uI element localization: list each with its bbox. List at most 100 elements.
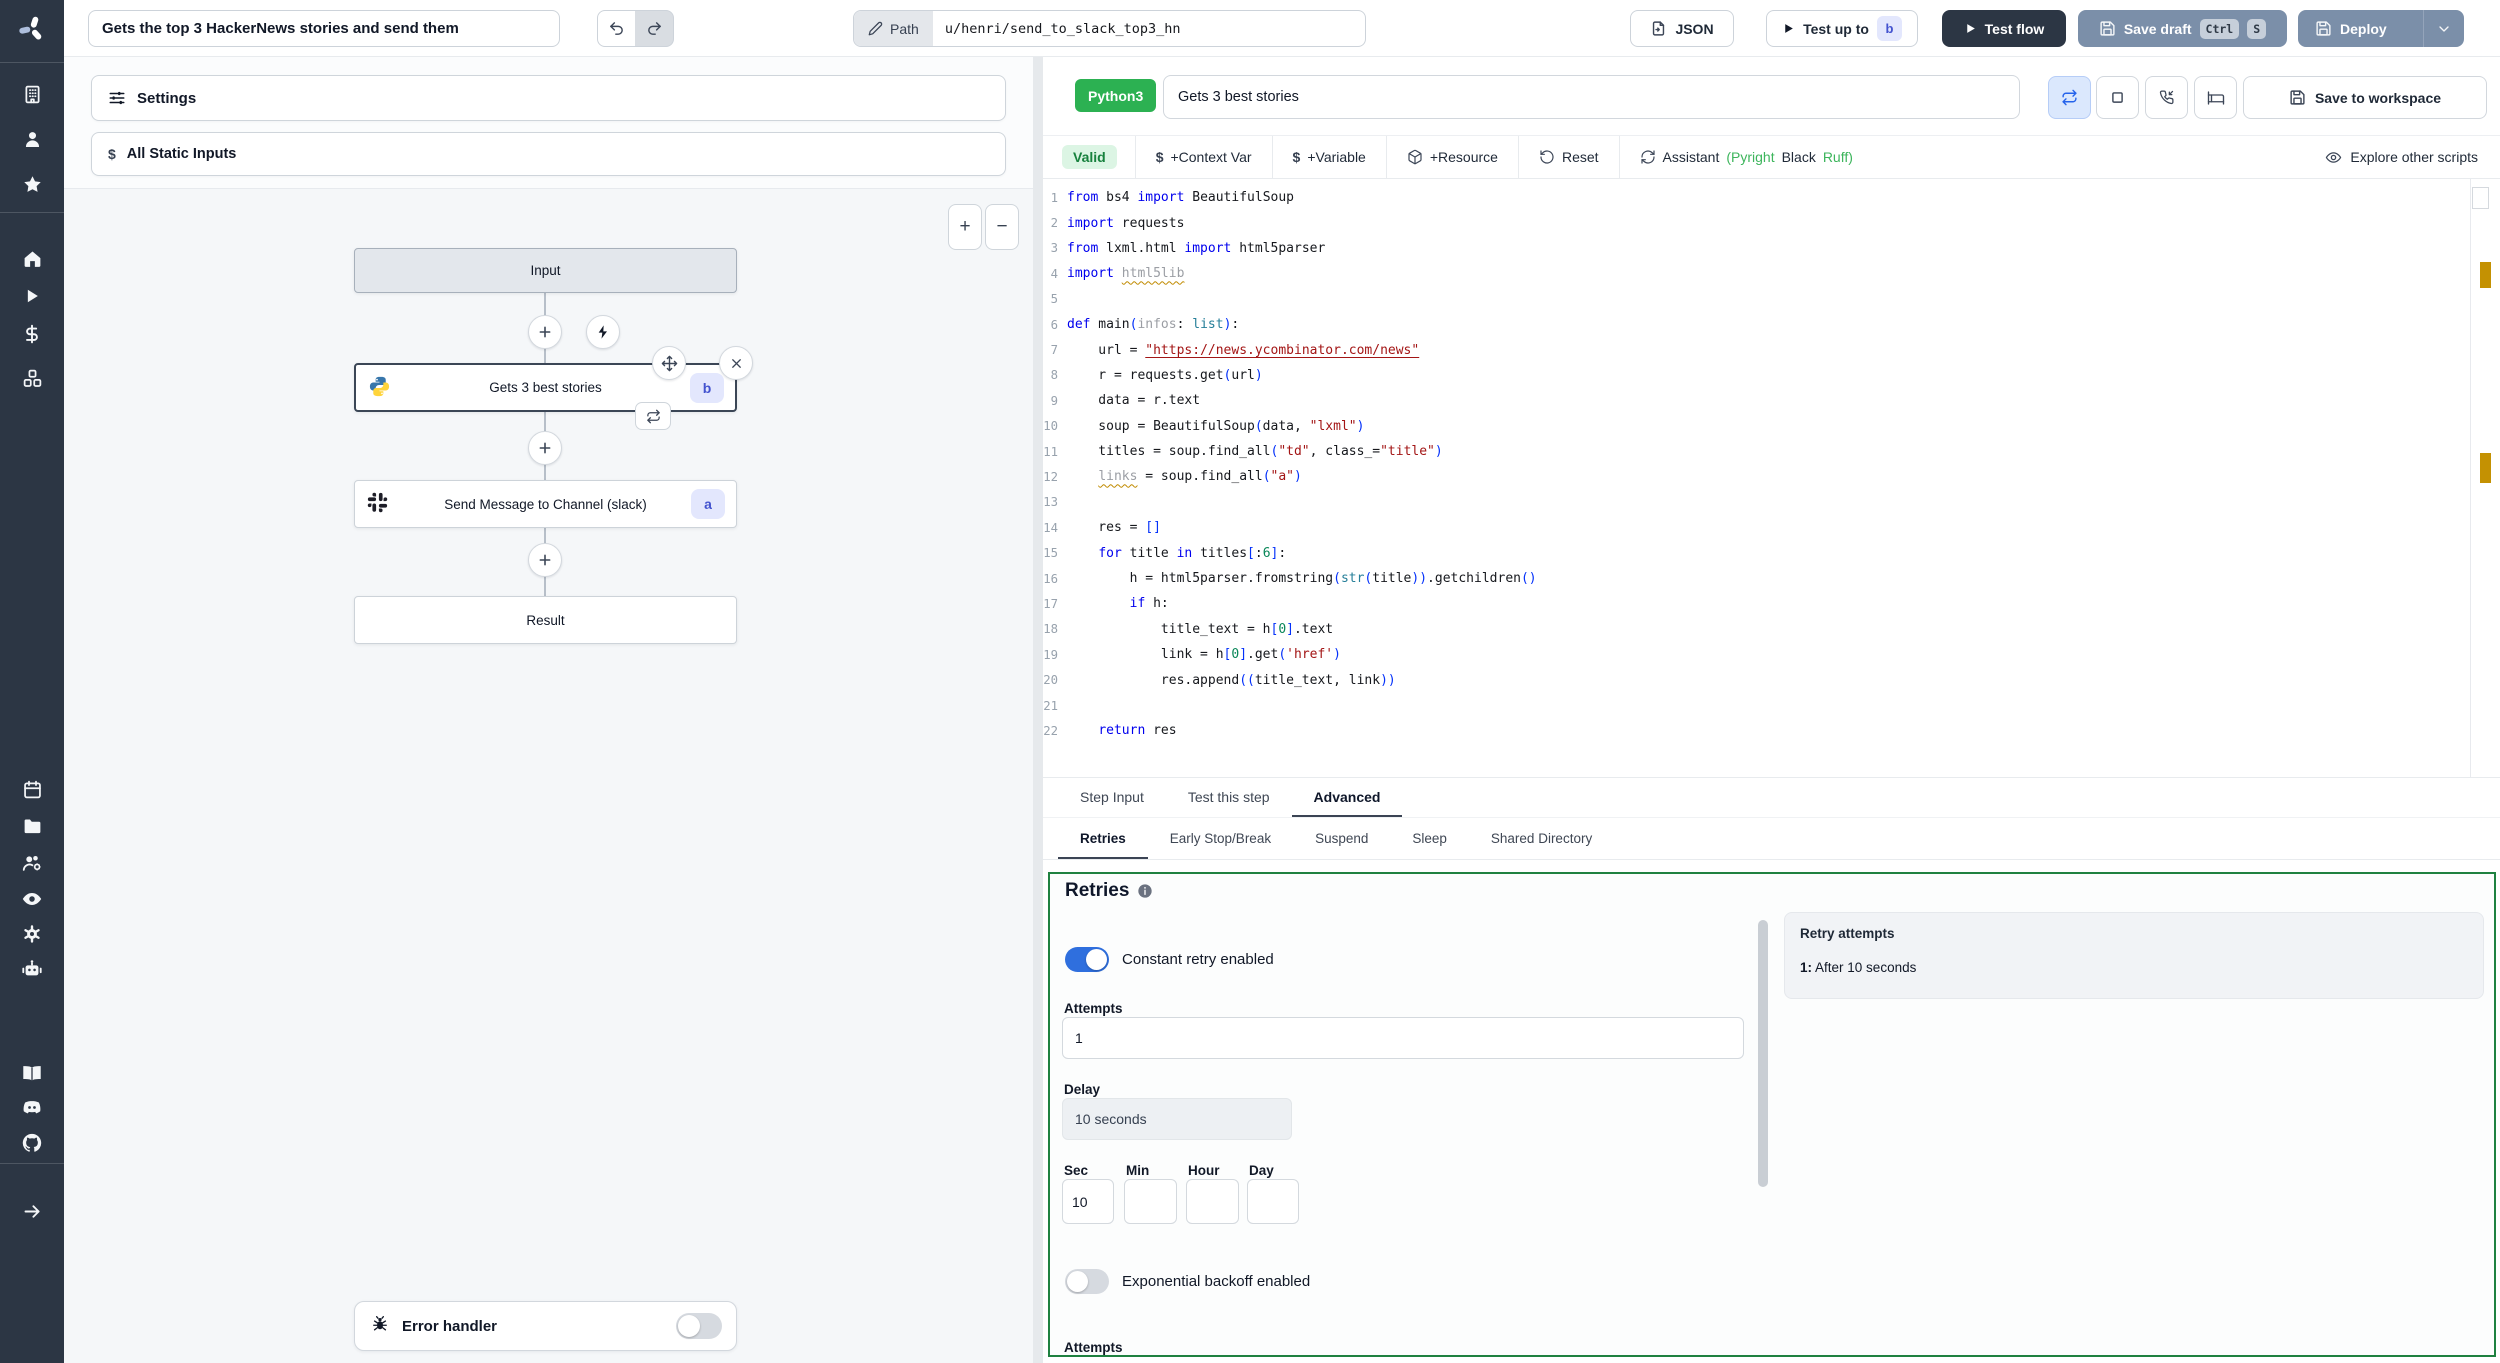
sidebar-item-github[interactable] — [0, 1130, 64, 1156]
sidebar-item-workspace[interactable] — [0, 81, 64, 107]
test-flow-button[interactable]: Test flow — [1942, 10, 2066, 47]
flow-node-send-message[interactable]: Send Message to Channel (slack) a — [354, 480, 737, 528]
run-loop-button[interactable] — [2048, 76, 2091, 119]
code-line[interactable]: 7 url = "https://news.ycombinator.com/ne… — [1043, 337, 2500, 362]
assistant-button[interactable]: Assistant (Pyright Black Ruff) — [1620, 149, 1873, 165]
code-line[interactable]: 2 import requests — [1043, 210, 2500, 235]
retries-scrollbar[interactable] — [1758, 920, 1768, 1187]
code-line[interactable]: 13 — [1043, 490, 2500, 515]
tab-early-stop[interactable]: Early Stop/Break — [1148, 819, 1293, 859]
constant-retry-toggle[interactable] — [1065, 947, 1109, 972]
tab-advanced[interactable]: Advanced — [1291, 778, 1403, 817]
deploy-dropdown-button[interactable] — [2423, 10, 2463, 47]
suspend-call-button[interactable] — [2145, 76, 2188, 119]
panel-splitter[interactable] — [1033, 57, 1043, 1363]
code-line[interactable]: 5 — [1043, 287, 2500, 312]
code-line[interactable]: 12 links = soup.find_all("a") — [1043, 464, 2500, 489]
flow-title-input[interactable] — [88, 10, 560, 47]
save-draft-button[interactable]: Save draft Ctrl S — [2078, 10, 2287, 47]
sidebar-item-resources[interactable] — [0, 365, 64, 391]
sidebar-item-user[interactable] — [0, 126, 64, 152]
code-line[interactable]: 9 data = r.text — [1043, 388, 2500, 413]
reset-button[interactable]: Reset — [1519, 149, 1619, 165]
code-line[interactable]: 21 — [1043, 693, 2500, 718]
add-step-button[interactable] — [528, 543, 562, 577]
add-step-button[interactable] — [528, 431, 562, 465]
code-line[interactable]: 18 title_text = h[0].text — [1043, 617, 2500, 642]
flow-graph-canvas[interactable]: + − Input Gets 3 best stories b Send Mes… — [64, 189, 1033, 1363]
tab-suspend[interactable]: Suspend — [1293, 819, 1390, 859]
error-handler-toggle[interactable] — [676, 1313, 722, 1339]
deploy-button[interactable]: Deploy — [2298, 10, 2464, 47]
sidebar-item-favorites[interactable] — [0, 171, 64, 197]
tab-sleep[interactable]: Sleep — [1390, 819, 1469, 859]
flow-settings-button[interactable]: Settings — [91, 75, 1006, 121]
add-step-button[interactable] — [528, 315, 562, 349]
flow-node-input[interactable]: Input — [354, 248, 737, 293]
sidebar-item-schedules[interactable] — [0, 776, 64, 802]
code-line[interactable]: 1 from bs4 import BeautifulSoup — [1043, 185, 2500, 210]
delay-input[interactable] — [1062, 1098, 1292, 1140]
sidebar-item-audit[interactable] — [0, 886, 64, 912]
min-input[interactable] — [1124, 1179, 1177, 1224]
stop-button[interactable] — [2096, 76, 2139, 119]
exponential-backoff-toggle[interactable] — [1065, 1269, 1109, 1294]
code-line[interactable]: 8 r = requests.get(url) — [1043, 363, 2500, 388]
add-variable-button[interactable]: $ +Variable — [1273, 149, 1386, 165]
code-line[interactable]: 20 res.append((title_text, link)) — [1043, 667, 2500, 692]
editor-scrollbar[interactable] — [2472, 187, 2489, 209]
json-button[interactable]: JSON — [1630, 10, 1734, 47]
test-up-to-button[interactable]: Test up to b — [1766, 10, 1918, 47]
code-line[interactable]: 17 if h: — [1043, 591, 2500, 616]
sidebar-item-folders[interactable] — [0, 813, 64, 839]
sidebar-item-home[interactable] — [0, 245, 64, 271]
add-context-var-button[interactable]: $ +Context Var — [1136, 149, 1272, 165]
flow-node-result[interactable]: Result — [354, 596, 737, 644]
restart-from-step-button[interactable] — [635, 402, 671, 430]
code-line[interactable]: 16 h = html5parser.fromstring(str(title)… — [1043, 566, 2500, 591]
sidebar-collapse[interactable] — [0, 1198, 64, 1224]
delete-step-button[interactable] — [719, 346, 753, 380]
hour-input[interactable] — [1186, 1179, 1239, 1224]
code-line[interactable]: 22 return res — [1043, 718, 2500, 743]
step-title-input[interactable] — [1163, 75, 2020, 119]
add-resource-button[interactable]: +Resource — [1387, 149, 1518, 165]
path-field[interactable]: Path u/henri/send_to_slack_top3_hn — [853, 10, 1366, 47]
add-trigger-button[interactable] — [586, 315, 620, 349]
sleep-button[interactable] — [2194, 76, 2237, 119]
sec-input[interactable] — [1062, 1179, 1114, 1224]
tab-test-this-step[interactable]: Test this step — [1166, 778, 1292, 817]
flow-node-error-handler[interactable]: Error handler — [354, 1301, 737, 1351]
code-line[interactable]: 3 from lxml.html import html5parser — [1043, 236, 2500, 261]
zoom-out-button[interactable]: − — [985, 204, 1019, 250]
attempts-input[interactable] — [1062, 1017, 1744, 1059]
sidebar-item-runs[interactable] — [0, 283, 64, 309]
code-editor[interactable]: 1 from bs4 import BeautifulSoup 2 import re… — [1043, 179, 2500, 777]
code-line[interactable]: 6 def main(infos: list): — [1043, 312, 2500, 337]
undo-button[interactable] — [597, 10, 636, 47]
tab-shared-directory[interactable]: Shared Directory — [1469, 819, 1614, 859]
code-line[interactable]: 10 soup = BeautifulSoup(data, "lxml") — [1043, 414, 2500, 439]
chevron-down-icon — [2438, 25, 2449, 32]
sidebar-item-variables[interactable] — [0, 321, 64, 347]
sidebar-item-discord[interactable] — [0, 1095, 64, 1121]
code-line[interactable]: 19 link = h[0].get('href') — [1043, 642, 2500, 667]
all-static-inputs-button[interactable]: $ All Static Inputs — [91, 132, 1006, 176]
sidebar-item-docs[interactable] — [0, 1060, 64, 1086]
code-line[interactable]: 4 import html5lib — [1043, 261, 2500, 286]
move-step-button[interactable] — [652, 346, 686, 380]
code-line[interactable]: 11 titles = soup.find_all("td", class_="… — [1043, 439, 2500, 464]
code-line[interactable]: 15 for title in titles[:6]: — [1043, 540, 2500, 565]
day-input[interactable] — [1247, 1179, 1299, 1224]
save-to-workspace-button[interactable]: Save to workspace — [2243, 76, 2487, 119]
tab-step-input[interactable]: Step Input — [1058, 778, 1166, 817]
sidebar-item-settings[interactable] — [0, 921, 64, 947]
redo-button[interactable] — [635, 10, 674, 47]
windmill-logo[interactable] — [0, 13, 64, 45]
tab-retries[interactable]: Retries — [1058, 819, 1148, 859]
explore-other-scripts-button[interactable]: Explore other scripts — [2325, 149, 2478, 166]
sidebar-item-groups[interactable] — [0, 850, 64, 876]
sidebar-item-ai[interactable] — [0, 956, 64, 982]
zoom-in-button[interactable]: + — [948, 204, 982, 250]
code-line[interactable]: 14 res = [] — [1043, 515, 2500, 540]
